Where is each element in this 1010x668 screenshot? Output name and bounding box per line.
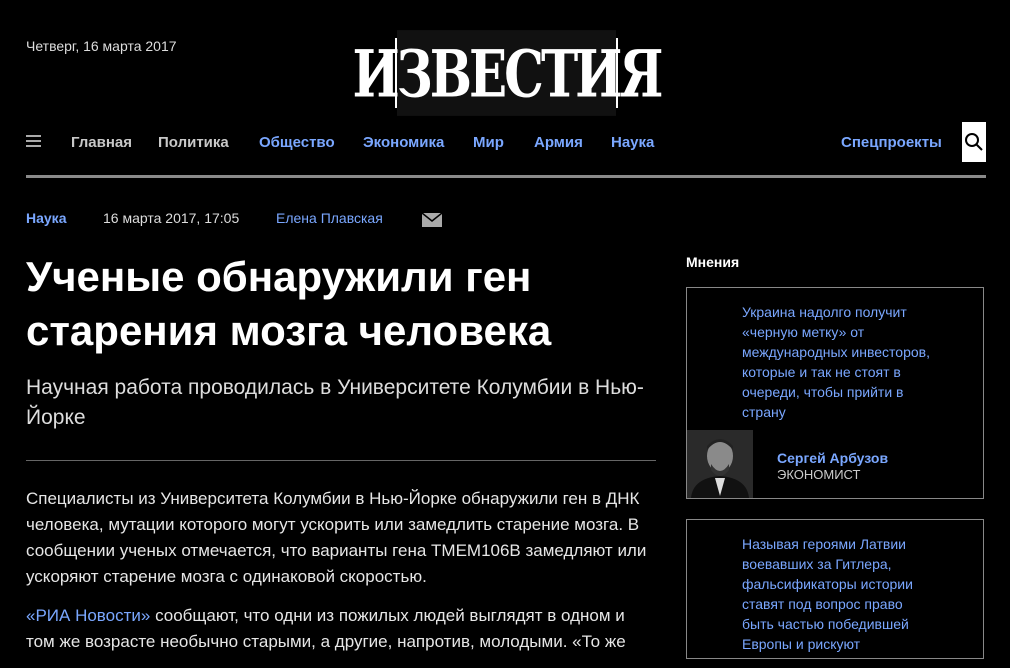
search-button[interactable]	[962, 122, 986, 162]
article-datetime: 16 марта 2017, 17:05	[103, 210, 240, 226]
article-category[interactable]: Наука	[26, 210, 66, 226]
opinion-text[interactable]: Называя героями Латвии воевавших за Гитл…	[742, 534, 937, 654]
nav-item-economy[interactable]: Экономика	[363, 134, 444, 151]
article-subtitle: Научная работа проводилась в Университет…	[26, 376, 644, 429]
opinion-card[interactable]: Называя героями Латвии воевавших за Гитл…	[686, 519, 984, 659]
ria-news-link[interactable]: «РИА Новости»	[26, 606, 150, 625]
article-paragraph: «РИА Новости» сообщают, что одни из пожи…	[26, 603, 656, 655]
hamburger-icon[interactable]	[26, 135, 41, 148]
nav-item-army[interactable]: Армия	[534, 134, 583, 151]
article-body: Специалисты из Университета Колумбии в Н…	[26, 486, 656, 668]
nav-item-special-projects[interactable]: Спецпроекты	[841, 134, 942, 151]
mail-icon[interactable]	[422, 213, 442, 227]
nav-item-home[interactable]: Главная	[71, 134, 132, 151]
nav-item-society[interactable]: Общество	[259, 134, 335, 151]
opinion-author-name[interactable]: Сергей Арбузов	[777, 450, 888, 466]
site-logo[interactable]: ИЗВЕСТИЯ	[353, 30, 664, 116]
article-paragraph: Специалисты из Университета Колумбии в Н…	[26, 489, 647, 586]
opinion-card[interactable]: Украина надолго получит «черную метку» о…	[686, 287, 984, 499]
author-avatar	[687, 430, 753, 498]
current-date: Четверг, 16 марта 2017	[26, 38, 177, 54]
nav-divider	[26, 175, 986, 178]
search-icon	[965, 133, 983, 151]
nav-item-world[interactable]: Мир	[473, 134, 504, 151]
opinion-author-role: экономист	[777, 467, 861, 482]
main-nav: Главная Политика Общество Экономика Мир …	[26, 122, 986, 162]
nav-item-science[interactable]: Наука	[611, 134, 654, 151]
article-divider	[26, 460, 656, 461]
article-author[interactable]: Елена Плавская	[276, 210, 383, 226]
opinion-text[interactable]: Украина надолго получит «черную метку» о…	[742, 302, 937, 422]
opinions-heading: Мнения	[686, 254, 740, 270]
article-title: Ученые обнаружили ген старения мозга чел…	[26, 253, 552, 354]
nav-item-politics[interactable]: Политика	[158, 134, 229, 151]
logo-text: ИЗВЕСТИЯ	[353, 30, 664, 116]
